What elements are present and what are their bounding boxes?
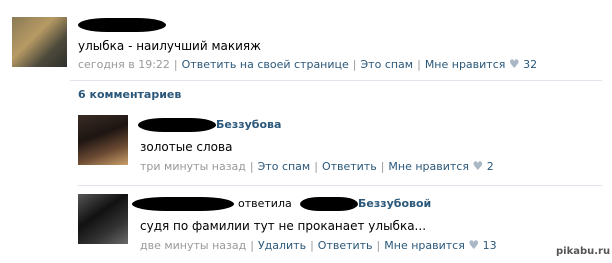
comment-avatar[interactable] [78, 194, 128, 244]
post-divider [70, 80, 602, 81]
comment-like-count[interactable]: 13 [483, 239, 497, 252]
comment-meta: две минуты назад | Удалить | Ответить | Мне нр… [140, 238, 497, 252]
comment-like-link[interactable]: Мне нравится [384, 239, 465, 252]
redacted-author-name [138, 118, 216, 132]
comment-meta: три минуты назад | Это спам | Ответить | Мне н… [140, 159, 494, 173]
comment-text: золотые слова [140, 140, 233, 154]
comment-text: судя по фамилии тут не проканает улыбка.… [140, 219, 427, 233]
comment-author[interactable]: Беззубова [216, 118, 281, 131]
post-reply-link[interactable]: Ответить на своей странице [182, 58, 349, 71]
comment-time[interactable]: три минуты назад [140, 160, 246, 173]
post-meta: сегодня в 19:22 | Ответить на своей страни… [78, 57, 538, 71]
heart-icon[interactable]: ♥ [509, 57, 520, 71]
heart-icon[interactable]: ♥ [468, 238, 479, 252]
comment-like-link[interactable]: Мне нравится [388, 160, 469, 173]
redacted-author-name [132, 197, 234, 211]
comment-avatar[interactable] [78, 115, 128, 165]
heart-icon[interactable]: ♥ [473, 159, 484, 173]
redacted-reply-to-name [300, 197, 358, 211]
comments-header[interactable]: 6 комментариев [78, 88, 181, 101]
comment-reply-link[interactable]: Ответить [318, 239, 373, 252]
comment-spam-link[interactable]: Это спам [258, 160, 311, 173]
reply-to-name[interactable]: Беззубовой [358, 197, 431, 210]
comment-divider [78, 185, 602, 186]
post-spam-link[interactable]: Это спам [361, 58, 414, 71]
comment-like-count[interactable]: 2 [487, 160, 494, 173]
comment-delete-link[interactable]: Удалить [258, 239, 306, 252]
reply-word: ответила [238, 197, 292, 210]
post-text: улыбка - наилучший макияж [78, 39, 261, 53]
watermark: pikabu.ru [556, 246, 611, 257]
comment-time[interactable]: две минуты назад [140, 239, 246, 252]
post-date[interactable]: сегодня в 19:22 [78, 58, 170, 71]
post-avatar[interactable] [12, 17, 67, 67]
post-like-link[interactable]: Мне нравится [425, 58, 506, 71]
redacted-author-name [78, 18, 166, 32]
comment-reply-link[interactable]: Ответить [322, 160, 377, 173]
post-like-count[interactable]: 32 [523, 58, 537, 71]
